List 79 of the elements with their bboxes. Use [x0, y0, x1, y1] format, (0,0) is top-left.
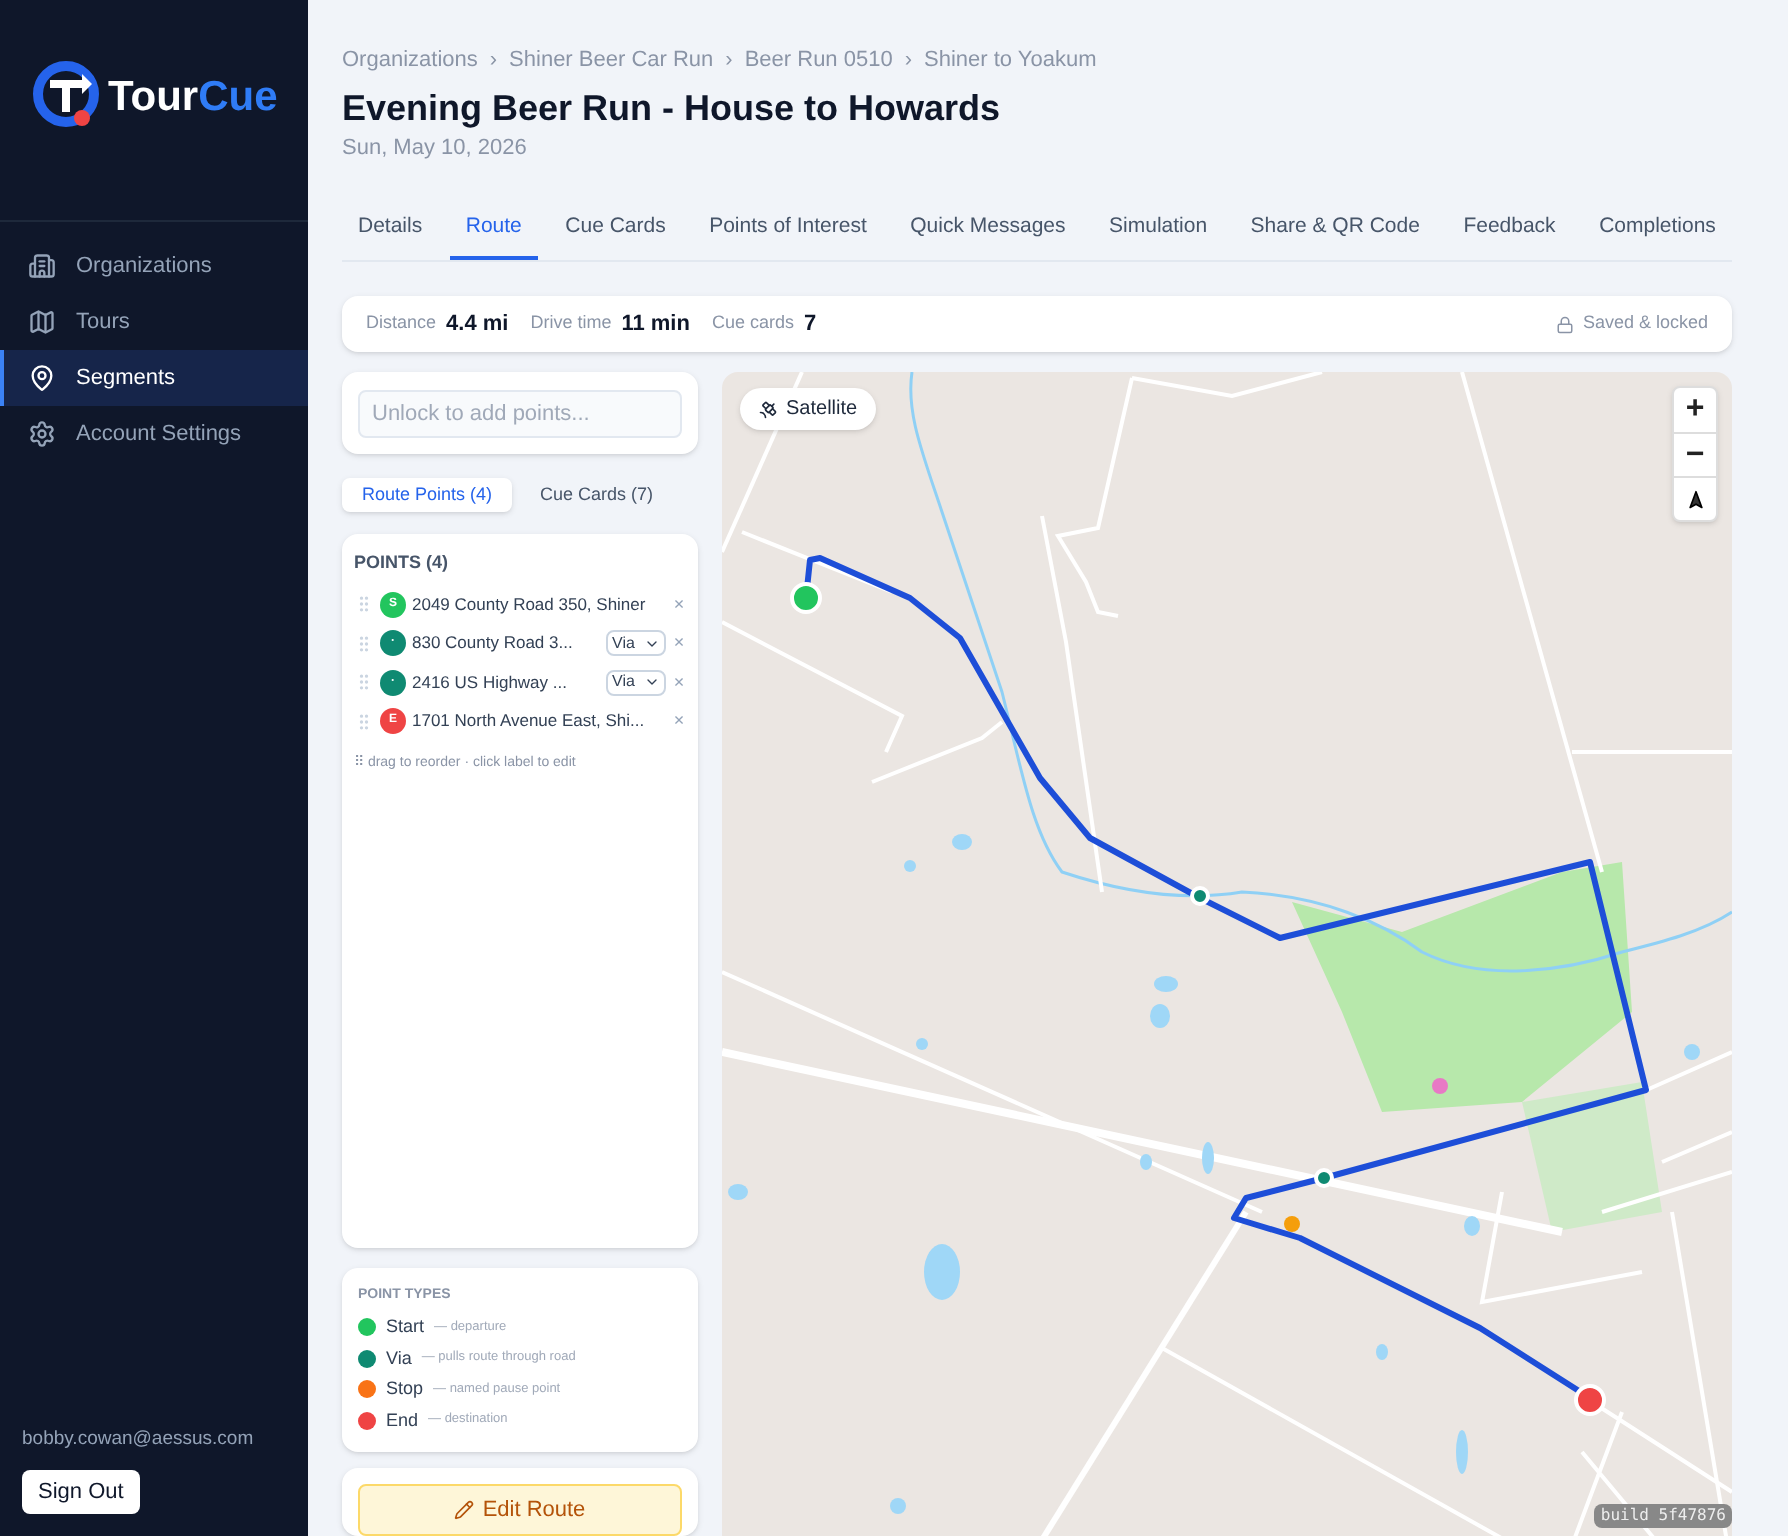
- subtab[interactable]: Cue Cards (7): [520, 478, 674, 512]
- breadcrumb-separator: ›: [489, 46, 498, 76]
- satellite-button[interactable]: Satellite: [740, 388, 876, 430]
- building-icon: [28, 252, 56, 280]
- pond: [890, 1498, 906, 1514]
- drag-handle-icon[interactable]: [354, 633, 374, 654]
- point-label[interactable]: 2049 County Road 350, Shiner: [412, 591, 646, 618]
- tab[interactable]: Points of Interest: [693, 200, 883, 260]
- tab[interactable]: Quick Messages: [894, 200, 1082, 260]
- sidebar-item[interactable]: Organizations: [0, 238, 308, 294]
- user-email: bobby.cowan@aessus.com: [22, 1425, 256, 1453]
- route-marker[interactable]: [1574, 1384, 1606, 1416]
- map-icon: [28, 308, 56, 336]
- stat-value: 7: [804, 309, 817, 340]
- tab[interactable]: Simulation: [1093, 200, 1224, 260]
- sidebar-item[interactable]: Segments: [0, 350, 308, 406]
- pond: [1456, 1430, 1468, 1474]
- pond: [1464, 1216, 1480, 1236]
- settings-icon: [28, 420, 56, 448]
- map[interactable]: Satellite + − build 5f47876: [722, 372, 1732, 1536]
- pond: [924, 1244, 960, 1300]
- build-label: build 5f47876: [1594, 1504, 1732, 1528]
- pond: [1154, 976, 1178, 992]
- pond: [916, 1038, 928, 1050]
- logo-text: TourCue: [108, 72, 278, 125]
- subtab[interactable]: Route Points (4): [342, 478, 513, 512]
- drag-handle-icon[interactable]: [354, 594, 374, 615]
- pond: [1684, 1044, 1700, 1060]
- drag-handle-icon[interactable]: [354, 711, 374, 732]
- stat-value: 11 min: [621, 309, 690, 340]
- legend-name: Stop: [386, 1376, 424, 1402]
- breadcrumb-separator: ›: [725, 46, 733, 76]
- zoom-in-button[interactable]: +: [1674, 388, 1716, 432]
- legend-name: End: [386, 1407, 419, 1433]
- pond: [1202, 1142, 1214, 1174]
- point-label[interactable]: 2416 US Highway ...: [412, 669, 567, 696]
- tab[interactable]: Share & QR Code: [1234, 200, 1436, 260]
- stat-label: Drive time: [530, 310, 612, 337]
- sign-out-button[interactable]: Sign Out: [22, 1470, 140, 1514]
- poi-marker[interactable]: [1432, 1078, 1448, 1094]
- legend-name: Start: [386, 1314, 425, 1340]
- zoom-out-button[interactable]: −: [1674, 432, 1716, 476]
- stat-label: Distance: [366, 310, 437, 337]
- poi-marker[interactable]: [1284, 1216, 1300, 1232]
- tab[interactable]: Feedback: [1447, 200, 1572, 260]
- breadcrumb-separator: ›: [904, 46, 912, 76]
- route-marker[interactable]: [790, 582, 822, 614]
- satellite-icon: [758, 399, 778, 419]
- edit-route-button[interactable]: Edit Route: [358, 1484, 682, 1536]
- compass-icon: [1685, 489, 1705, 509]
- tab[interactable]: Details: [342, 200, 439, 260]
- sidebar-item[interactable]: Account Settings: [0, 406, 308, 462]
- point-label[interactable]: 830 County Road 3...: [412, 630, 573, 657]
- route-marker[interactable]: [1314, 1168, 1334, 1188]
- pond: [1376, 1344, 1388, 1360]
- point-type-select[interactable]: Via: [606, 669, 666, 696]
- drag-handle-icon[interactable]: [354, 672, 374, 693]
- pond: [1150, 1004, 1170, 1028]
- pond: [1140, 1154, 1152, 1170]
- route-marker[interactable]: [1190, 886, 1210, 906]
- point-type-select[interactable]: Via: [606, 630, 666, 657]
- page-title: Evening Beer Run - House to Howards: [342, 85, 1003, 131]
- pond: [952, 834, 972, 850]
- lock-status: Saved & locked: [1582, 310, 1708, 337]
- tab[interactable]: Completions: [1583, 200, 1732, 260]
- legend-name: Via: [386, 1345, 412, 1371]
- page-date: Sun, May 10, 2026: [342, 133, 529, 163]
- tab[interactable]: Route: [449, 200, 538, 260]
- stat-label: Cue cards: [711, 310, 794, 337]
- pencil-icon: [454, 1500, 475, 1520]
- stat-value: 4.4 mi: [446, 309, 509, 340]
- points-heading: POINTS (4): [354, 550, 451, 576]
- pond: [904, 860, 916, 872]
- location-pin-icon: [28, 364, 56, 392]
- pond: [728, 1184, 748, 1200]
- lock-icon: [1556, 315, 1575, 333]
- tab[interactable]: Cue Cards: [549, 200, 682, 260]
- point-label[interactable]: 1701 North Avenue East, Shi...: [412, 708, 645, 735]
- sidebar-item[interactable]: Tours: [0, 294, 308, 350]
